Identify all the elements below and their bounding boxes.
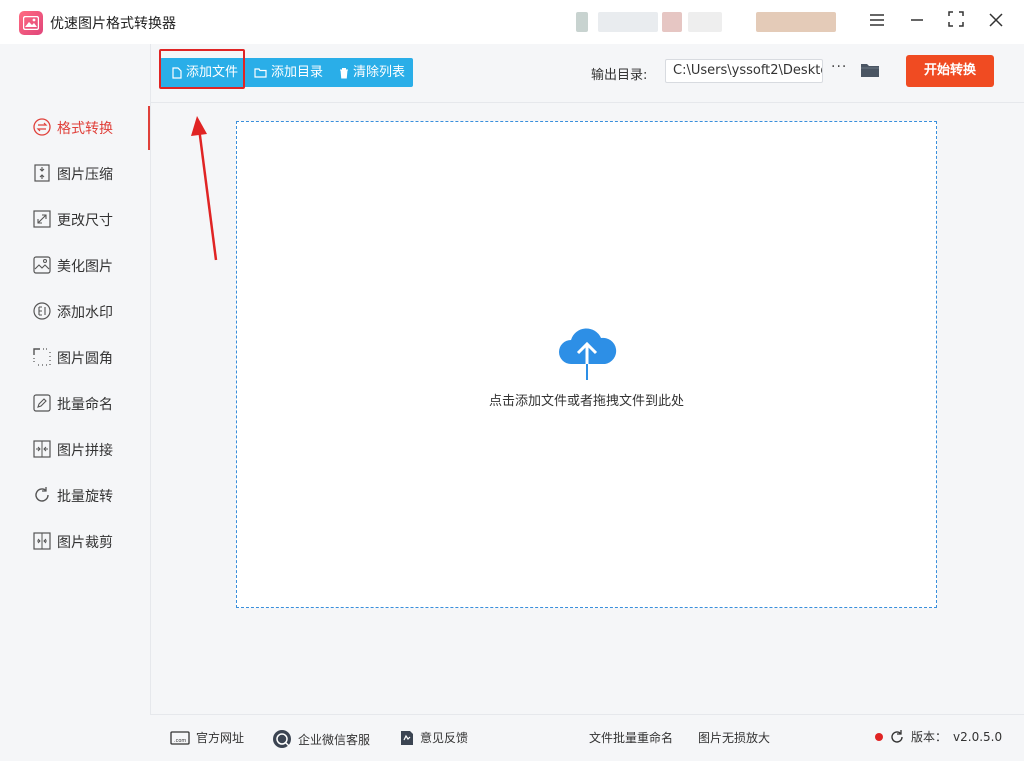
format-convert-icon — [33, 118, 51, 136]
sidebar-item-label: 图片裁剪 — [57, 535, 113, 551]
svg-text:.com: .com — [174, 738, 186, 744]
app-logo-icon — [19, 11, 43, 35]
folder-outline-icon — [254, 68, 267, 78]
toolbar: 添加文件 添加目录 清除列表 输出目录: C:\Users\yssoft2\De… — [150, 44, 1024, 103]
sidebar-item-label: 图片拼接 — [57, 443, 113, 459]
output-dir-input[interactable]: C:\Users\yssoft2\Desktop — [665, 59, 823, 83]
sidebar-item-rename[interactable]: 批量命名 — [0, 380, 150, 426]
add-folder-button[interactable]: 添加目录 — [246, 58, 331, 87]
sidebar-item-label: 批量命名 — [57, 397, 113, 413]
wechat-service-label: 企业微信客服 — [298, 732, 371, 747]
highlight-annotation — [159, 49, 245, 89]
beautify-icon — [33, 256, 51, 274]
website-label: 官方网址 — [196, 731, 245, 745]
version-label: 版本： — [911, 730, 948, 744]
footer: .com 官方网址 企业微信客服 意见反馈 文件批量重命名 图片无损放大 版本：… — [150, 714, 1024, 761]
resize-icon — [33, 210, 51, 228]
account-area[interactable] — [562, 12, 842, 34]
sidebar-item-label: 美化图片 — [57, 259, 113, 275]
sidebar-item-beautify[interactable]: 美化图片 — [0, 242, 150, 288]
website-icon: .com — [170, 730, 190, 745]
app-title: 优速图片格式转换器 — [50, 16, 176, 32]
lossless-upscale-link[interactable]: 图片无损放大 — [698, 729, 770, 746]
open-folder-icon[interactable] — [860, 62, 880, 82]
minimize-icon[interactable] — [904, 10, 930, 34]
feedback-label: 意见反馈 — [420, 731, 469, 745]
sidebar-item-label: 添加水印 — [57, 305, 113, 321]
website-link[interactable]: .com 官方网址 — [170, 729, 244, 746]
sidebar-item-label: 图片压缩 — [57, 167, 113, 183]
round-corner-icon — [33, 348, 51, 366]
annotation-arrow — [191, 116, 218, 261]
start-convert-button[interactable]: 开始转换 — [906, 55, 994, 87]
batch-rename-link[interactable]: 文件批量重命名 — [589, 729, 673, 746]
add-folder-label: 添加目录 — [271, 65, 324, 80]
trash-icon — [340, 67, 349, 78]
sidebar-item-crop[interactable]: 图片裁剪 — [0, 518, 150, 564]
sidebar: 格式转换 图片压缩 更改尺寸 美化图片 添加水印 图片圆角 批量命名 图片拼接 … — [0, 44, 151, 760]
version-number: v2.0.5.0 — [953, 729, 1003, 744]
close-icon[interactable] — [983, 10, 1009, 34]
watermark-icon — [33, 302, 51, 320]
file-drop-zone[interactable]: 点击添加文件或者拖拽文件到此处 — [236, 121, 937, 608]
sidebar-item-compress[interactable]: 图片压缩 — [0, 150, 150, 196]
maximize-icon[interactable] — [943, 10, 969, 34]
sidebar-item-resize[interactable]: 更改尺寸 — [0, 196, 150, 242]
clear-list-button[interactable]: 清除列表 — [331, 58, 413, 87]
crop-icon — [33, 532, 51, 550]
sidebar-item-rotate[interactable]: 批量旋转 — [0, 472, 150, 518]
refresh-icon[interactable] — [889, 729, 905, 745]
wechat-service-link[interactable]: 企业微信客服 — [272, 729, 370, 749]
update-dot-icon — [875, 732, 883, 741]
wechat-service-icon — [273, 730, 291, 748]
sidebar-item-format-convert[interactable]: 格式转换 — [0, 104, 150, 150]
title-bar: 优速图片格式转换器 — [0, 0, 1024, 44]
feedback-icon — [401, 730, 413, 745]
clear-list-label: 清除列表 — [353, 65, 406, 80]
sidebar-item-label: 批量旋转 — [57, 489, 113, 505]
drop-zone-hint: 点击添加文件或者拖拽文件到此处 — [488, 394, 684, 409]
sidebar-item-watermark[interactable]: 添加水印 — [0, 288, 150, 334]
rename-icon — [33, 394, 51, 412]
output-dir-label: 输出目录: — [591, 68, 648, 83]
sidebar-item-label: 更改尺寸 — [57, 213, 113, 229]
sidebar-item-label: 格式转换 — [57, 121, 113, 137]
compress-icon — [34, 164, 50, 182]
sidebar-item-round-corner[interactable]: 图片圆角 — [0, 334, 150, 380]
stitch-icon — [33, 440, 51, 458]
rotate-icon — [35, 487, 49, 502]
more-options-button[interactable]: ··· — [831, 59, 847, 75]
version-info: 版本： v2.0.5.0 — [875, 728, 1002, 745]
sidebar-item-label: 图片圆角 — [57, 351, 113, 367]
sidebar-item-stitch[interactable]: 图片拼接 — [0, 426, 150, 472]
upload-cloud-icon — [559, 328, 617, 380]
feedback-link[interactable]: 意见反馈 — [400, 729, 468, 746]
menu-icon[interactable] — [864, 10, 890, 34]
